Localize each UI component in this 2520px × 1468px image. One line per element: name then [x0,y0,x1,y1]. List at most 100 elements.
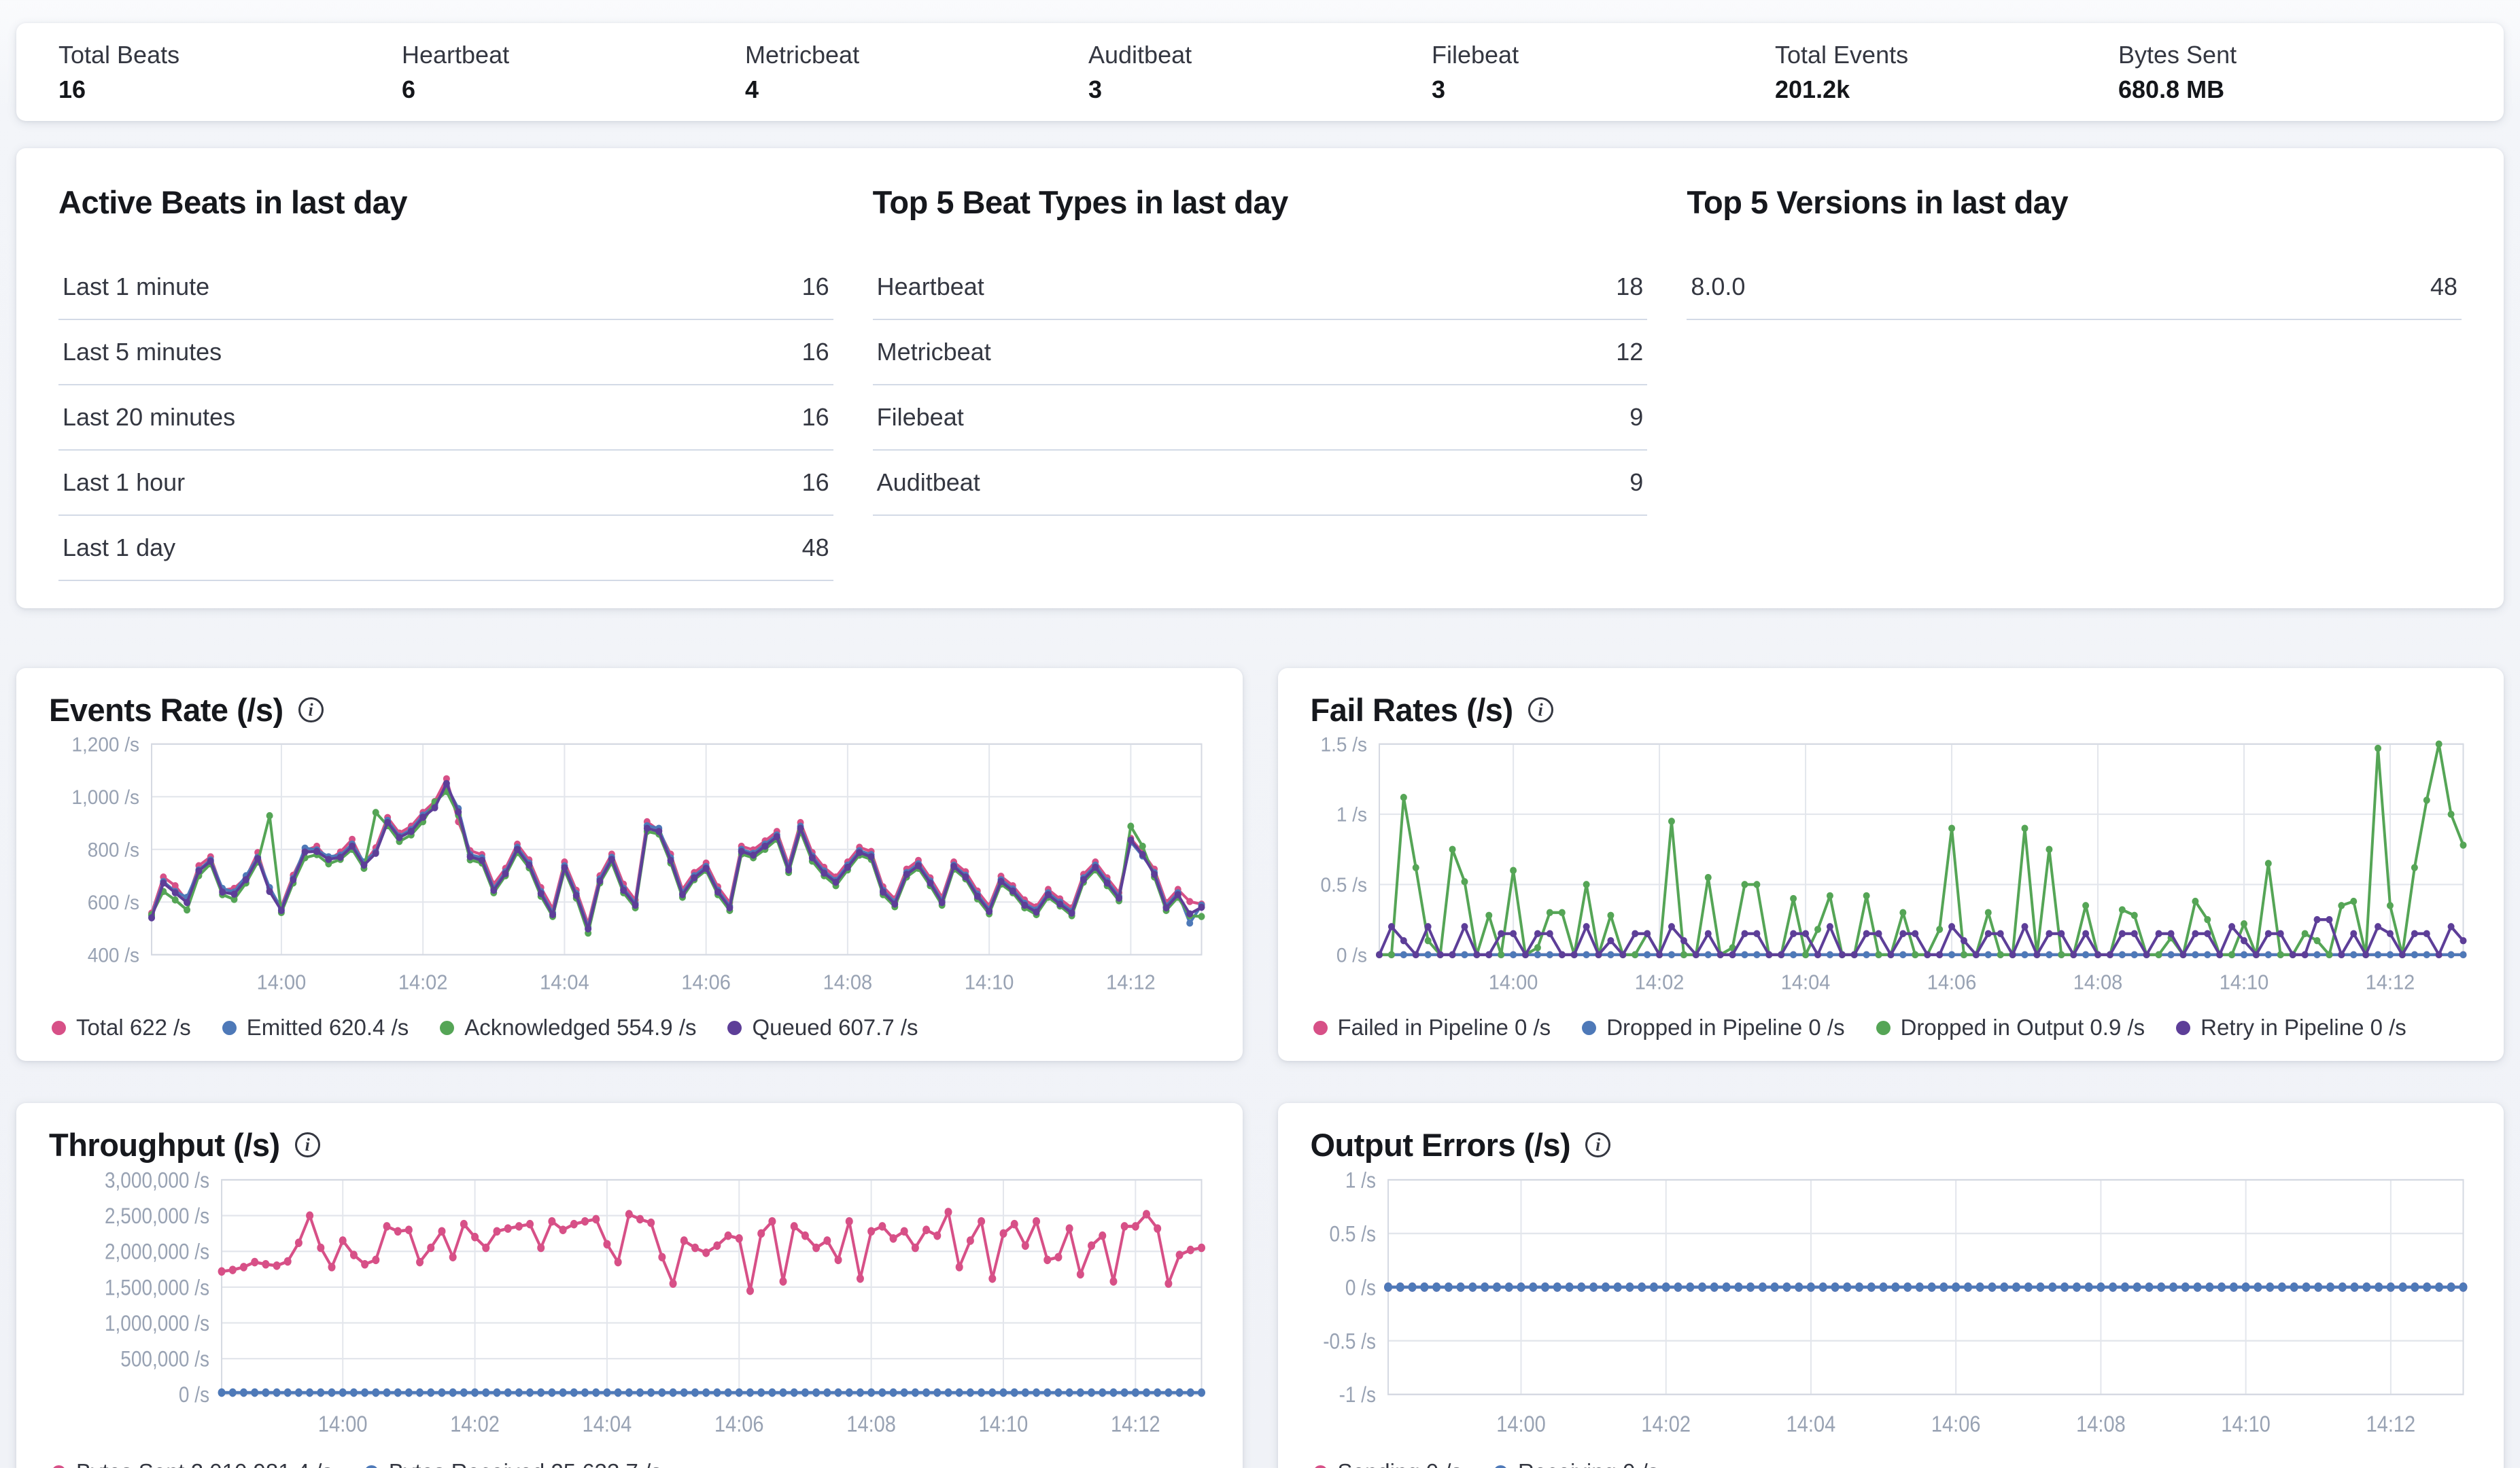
legend-dot [1582,1021,1596,1035]
legend-dot [222,1021,237,1035]
table-row: Auditbeat9 [873,451,1648,516]
legend-dot [52,1465,66,1468]
legend-item-failed-in-pipeline[interactable]: Failed in Pipeline 0 /s [1313,1015,1551,1041]
row-label: 8.0.0 [1691,273,1745,301]
legend-dot [1876,1021,1891,1035]
legend-label: Acknowledged 554.9 /s [464,1015,696,1041]
legend-item-dropped-in-output[interactable]: Dropped in Output 0.9 /s [1876,1015,2145,1041]
stat-metricbeat: Metricbeat4 [745,40,1088,103]
chart-plot-throughput[interactable]: 3,000,000 /s2,500,000 /s2,000,000 /s1,50… [46,1169,1213,1455]
stat-total-events: Total Events201.2k [1775,40,2118,103]
legend-label: Bytes Sent 2,010,981.4 /s [76,1459,333,1468]
svg-text:14:10: 14:10 [2221,1412,2271,1437]
svg-text:14:08: 14:08 [823,971,873,994]
legend: Total 622 /s Emitted 620.4 /s Acknowledged… [46,1011,1213,1043]
svg-text:0.5 /s: 0.5 /s [1329,1223,1375,1246]
svg-text:14:00: 14:00 [1496,1412,1546,1437]
legend-dot [1313,1021,1328,1035]
legend-label: Receiving 0 /s [1518,1459,1659,1468]
row-label: Last 5 minutes [63,338,222,366]
legend-item-emitted[interactable]: Emitted 620.4 /s [222,1015,409,1041]
table-row: Metricbeat12 [873,320,1648,385]
row-value: 16 [802,338,829,366]
stat-heartbeat: Heartbeat6 [402,40,745,103]
legend-label: Queued 607.7 /s [752,1015,918,1041]
legend-label: Retry in Pipeline 0 /s [2200,1015,2406,1041]
svg-text:14:08: 14:08 [846,1412,896,1437]
svg-text:0.5 /s: 0.5 /s [1320,874,1366,896]
svg-text:1 /s: 1 /s [1336,804,1366,826]
legend-item-dropped-in-pipeline[interactable]: Dropped in Pipeline 0 /s [1582,1015,1844,1041]
row-label: Last 20 minutes [63,403,235,432]
chart-title-row: Output Errors (/s)i [1308,1126,2474,1164]
svg-text:14:08: 14:08 [2073,971,2122,994]
row-value: 48 [2430,273,2457,301]
legend-item-bytes-received[interactable]: Bytes Received 25,633.7 /s [364,1459,662,1468]
legend: Sending 0 /s Receiving 0 /s [1308,1455,2474,1468]
legend: Bytes Sent 2,010,981.4 /s Bytes Received … [46,1455,1213,1468]
svg-text:14:06: 14:06 [1927,971,1976,994]
legend-label: Total 622 /s [76,1015,191,1041]
legend-item-total[interactable]: Total 622 /s [52,1015,191,1041]
svg-text:-1 /s: -1 /s [1339,1384,1375,1408]
summary-panel: Active Beats in last dayLast 1 minute16L… [16,148,2504,608]
legend-item-retry-in-pipeline[interactable]: Retry in Pipeline 0 /s [2176,1015,2406,1041]
stat-value: 3 [1432,75,1775,104]
table-row: Last 1 hour16 [58,451,833,516]
info-icon[interactable]: i [1585,1132,1610,1157]
row-value: 48 [802,534,829,562]
row-value: 9 [1629,403,1643,432]
table-row: Last 5 minutes 16 [58,320,833,385]
info-icon[interactable]: i [298,697,324,722]
chart-title-row: Fail Rates (/s)i [1308,691,2474,729]
page: Total Beats16Heartbeat6Metricbeat4Auditb… [0,0,2520,1468]
legend-item-sending[interactable]: Sending 0 /s [1313,1459,1462,1468]
table-row: Last 1 day48 [58,516,833,581]
svg-text:14:10: 14:10 [2219,971,2268,994]
svg-text:14:02: 14:02 [398,971,448,994]
stat-value: 6 [402,75,745,104]
legend-dot [2176,1021,2190,1035]
charts-grid: Events Rate (/s) i 1,200 /s1,000 /s800 /s6… [16,668,2504,1468]
svg-text:400 /s: 400 /s [88,945,139,967]
legend: Failed in Pipeline 0 /s Dropped in Pipeli… [1308,1011,2474,1043]
legend-label: Sending 0 /s [1338,1459,1462,1468]
svg-text:14:02: 14:02 [450,1412,500,1437]
svg-text:-0.5 /s: -0.5 /s [1323,1330,1376,1354]
info-icon[interactable]: i [1528,697,1553,722]
chart-plot-fail-rates[interactable]: 1.5 /s1 /s0.5 /s0 /s14:0014:0214:0414:06… [1308,734,2474,1011]
svg-text:500,000 /s: 500,000 /s [120,1348,209,1371]
svg-text:1,000,000 /s: 1,000,000 /s [105,1312,209,1335]
svg-text:3,000,000 /s: 3,000,000 /s [105,1169,209,1193]
legend-label: Emitted 620.4 /s [247,1015,409,1041]
chart-title-row: Throughput (/s)i [46,1126,1213,1164]
chart-plot-output-errors[interactable]: 1 /s0.5 /s0 /s-0.5 /s-1 /s14:0014:0214:0… [1308,1169,2474,1455]
chart-card-events-rate: Events Rate (/s) i 1,200 /s1,000 /s800 /s6… [16,668,1243,1061]
svg-text:14:00: 14:00 [1488,971,1538,994]
legend-item-acknowledged[interactable]: Acknowledged 554.9 /s [440,1015,696,1041]
svg-text:14:04: 14:04 [1786,1412,1835,1437]
summary-table-title: Top 5 Beat Types in last day [873,184,1648,221]
row-value: 16 [802,468,829,497]
svg-text:14:04: 14:04 [540,971,589,994]
legend-item-queued[interactable]: Queued 607.7 /s [727,1015,918,1041]
table-row: Last 1 minute16 [58,255,833,320]
legend-label: Dropped in Pipeline 0 /s [1606,1015,1844,1041]
legend-item-bytes-sent[interactable]: Bytes Sent 2,010,981.4 /s [52,1459,333,1468]
legend-label: Failed in Pipeline 0 /s [1338,1015,1551,1041]
info-icon[interactable]: i [295,1132,320,1157]
chart-title: Events Rate (/s) [49,691,283,729]
svg-text:14:12: 14:12 [1111,1412,1160,1437]
svg-text:14:06: 14:06 [1931,1412,1980,1437]
chart-plot-events-rate[interactable]: 1,200 /s1,000 /s800 /s600 /s400 /s14:001… [46,734,1213,1011]
row-value: 9 [1629,468,1643,497]
svg-text:1 /s: 1 /s [1345,1169,1375,1193]
stat-total-beats: Total Beats16 [58,40,402,103]
svg-text:14:12: 14:12 [2366,1412,2415,1437]
legend-item-receiving[interactable]: Receiving 0 /s [1494,1459,1659,1468]
svg-text:14:04: 14:04 [1780,971,1830,994]
chart-card-fail-rates: Fail Rates (/s)i1.5 /s1 /s0.5 /s0 /s14:0… [1278,668,2504,1061]
stat-auditbeat: Auditbeat3 [1088,40,1432,103]
summary-table-title: Top 5 Versions in last day [1687,184,2462,221]
beats-monitoring-dashboard: Total Beats16Heartbeat6Metricbeat4Auditb… [0,0,2520,1468]
